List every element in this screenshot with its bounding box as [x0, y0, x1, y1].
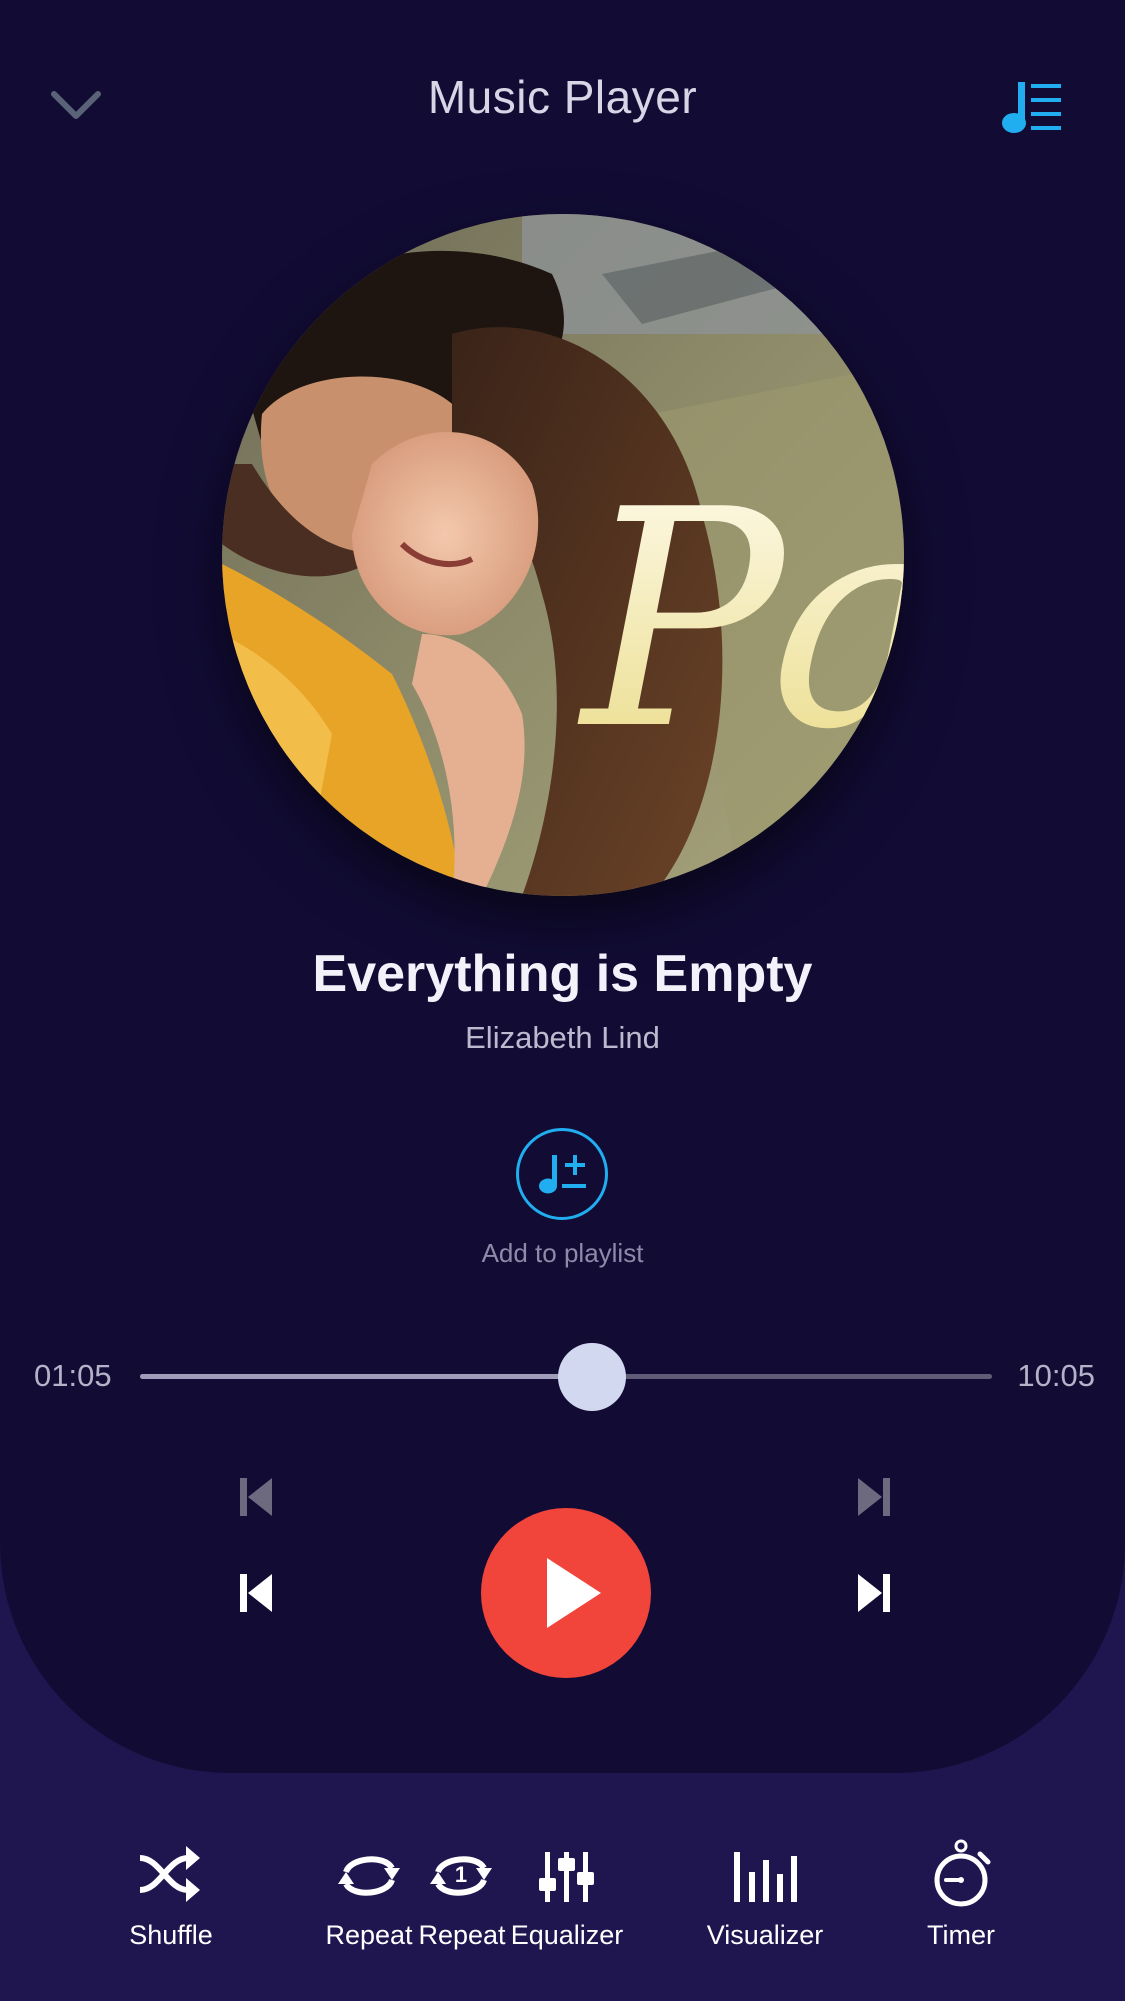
repeat-label: Repeat — [325, 1920, 413, 1950]
equalizer-icon[interactable] — [536, 1850, 598, 1904]
shuffle-label: Shuffle — [129, 1920, 213, 1950]
page-title: Music Player — [427, 71, 698, 123]
add-to-playlist-button[interactable] — [516, 1128, 608, 1220]
play-icon — [547, 1558, 601, 1628]
skip-previous-icon — [240, 1478, 272, 1516]
equalizer-label: Equalizer — [510, 1920, 624, 1950]
repeat-one-label: Repeat — [418, 1920, 506, 1950]
progress-fill — [140, 1374, 566, 1379]
timer-label: Timer — [927, 1920, 995, 1950]
repeat-one-badge: 1 — [454, 1862, 468, 1887]
song-title: Everything is Empty — [312, 945, 813, 1003]
song-artist: Elizabeth Lind — [465, 1020, 660, 1055]
add-to-playlist-label: Add to playlist — [481, 1238, 644, 1268]
visualizer-label: Visualizer — [706, 1920, 824, 1950]
shuffle-icon[interactable] — [138, 1844, 202, 1904]
repeat-one-icon[interactable]: 1 — [428, 1852, 494, 1900]
progress-thumb[interactable] — [558, 1343, 626, 1411]
playlist-music-icon[interactable] — [1000, 78, 1064, 136]
previous-button[interactable] — [238, 1572, 274, 1614]
next-button[interactable] — [856, 1572, 892, 1614]
timer-icon[interactable] — [928, 1838, 994, 1908]
album-art: Pal — [222, 214, 904, 896]
visualizer-icon[interactable] — [732, 1850, 798, 1904]
skip-next-icon — [858, 1478, 890, 1516]
music-plus-minus-icon — [539, 1155, 586, 1194]
repeat-icon[interactable] — [336, 1852, 402, 1900]
total-time: 10:05 — [1017, 1358, 1095, 1393]
current-time: 01:05 — [34, 1358, 112, 1393]
play-button[interactable] — [481, 1508, 651, 1678]
